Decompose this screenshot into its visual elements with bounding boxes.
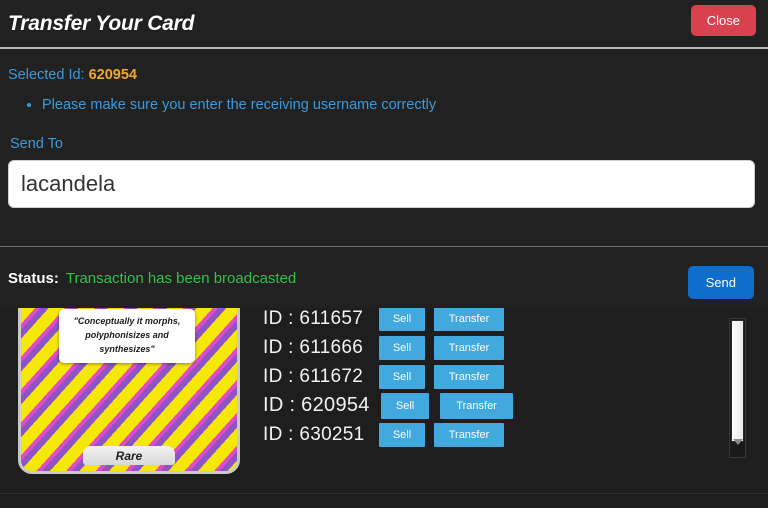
vertical-scrollbar[interactable] <box>729 318 746 458</box>
sell-button[interactable]: Sell <box>379 422 425 447</box>
header-divider <box>0 47 768 49</box>
page-title: Transfer Your Card <box>8 11 195 35</box>
status-row: Status: Transaction has been broadcasted <box>0 248 768 308</box>
transfer-button[interactable]: Transfer <box>440 392 513 419</box>
close-button[interactable]: Close <box>690 5 756 36</box>
transfer-button[interactable]: Transfer <box>434 364 504 389</box>
table-row: ID : 611666 Sell Transfer <box>263 333 513 362</box>
send-to-input[interactable] <box>8 160 755 209</box>
card-artwork[interactable]: www.risingstargame.com "Conceptually it … <box>18 308 240 474</box>
card-id-label: ID : 611657 <box>263 308 364 329</box>
modal-body: Selected Id:620954 Please make sure you … <box>0 67 768 209</box>
card-quote-box: "Conceptually it morphs, polyphonisizes … <box>59 309 195 363</box>
selected-id-line: Selected Id: 620954 <box>8 67 760 83</box>
transfer-button[interactable]: Transfer <box>434 422 504 447</box>
card-id-label: ID : 611672 <box>263 365 364 387</box>
chevron-down-icon[interactable] <box>733 439 743 445</box>
card-rarity-tab: Rare <box>83 446 175 465</box>
selected-id-label: Selected Id: <box>8 67 85 83</box>
status-label: Status: <box>8 269 59 287</box>
table-row-selected: ID : 620954 Sell Transfer <box>263 391 513 420</box>
status-value: Transaction has been broadcasted <box>65 269 297 287</box>
send-to-label: Send To <box>10 136 63 153</box>
card-id-label: ID : 620954 <box>263 394 370 416</box>
table-row: ID : 611657 Sell Transfer <box>263 308 513 333</box>
modal-header: Transfer Your Card Close <box>0 0 768 47</box>
send-button[interactable]: Send <box>687 266 754 299</box>
sell-button[interactable]: Sell <box>379 364 425 389</box>
card-rarity-label: Rare <box>115 448 143 463</box>
card-id-list: ID : 611657 Sell Transfer ID : 611666 Se… <box>263 308 513 449</box>
transfer-button[interactable]: Transfer <box>434 335 504 360</box>
sell-button[interactable]: Sell <box>381 392 430 419</box>
modal-footer: Status: Transaction has been broadcasted… <box>0 248 768 308</box>
table-row: ID : 630251 Sell Transfer <box>263 420 513 449</box>
card-id-label: ID : 630251 <box>263 423 365 445</box>
footer-divider <box>0 246 768 247</box>
background-cards-page: www.risingstargame.com "Conceptually it … <box>0 308 768 508</box>
sell-button[interactable]: Sell <box>379 335 425 360</box>
selected-id-value: 620954 <box>88 67 137 83</box>
hint-item: Please make sure you enter the receiving… <box>42 95 760 116</box>
app-root: Transfer Your Card Close Selected Id: 620… <box>0 0 768 508</box>
transfer-card-modal: Transfer Your Card Close Selected Id: 620… <box>0 0 768 308</box>
transfer-button[interactable]: Transfer <box>434 308 504 331</box>
card-quote-text: "Conceptually it morphs, polyphonisizes … <box>73 316 181 354</box>
section-divider <box>0 493 768 494</box>
card-id-label: ID : 611666 <box>263 336 364 358</box>
table-row: ID : 611672 Sell Transfer <box>263 362 513 391</box>
sell-button[interactable]: Sell <box>379 308 425 331</box>
scrollbar-thumb[interactable] <box>731 320 744 442</box>
hint-list: Please make sure you enter the receiving… <box>8 95 760 116</box>
